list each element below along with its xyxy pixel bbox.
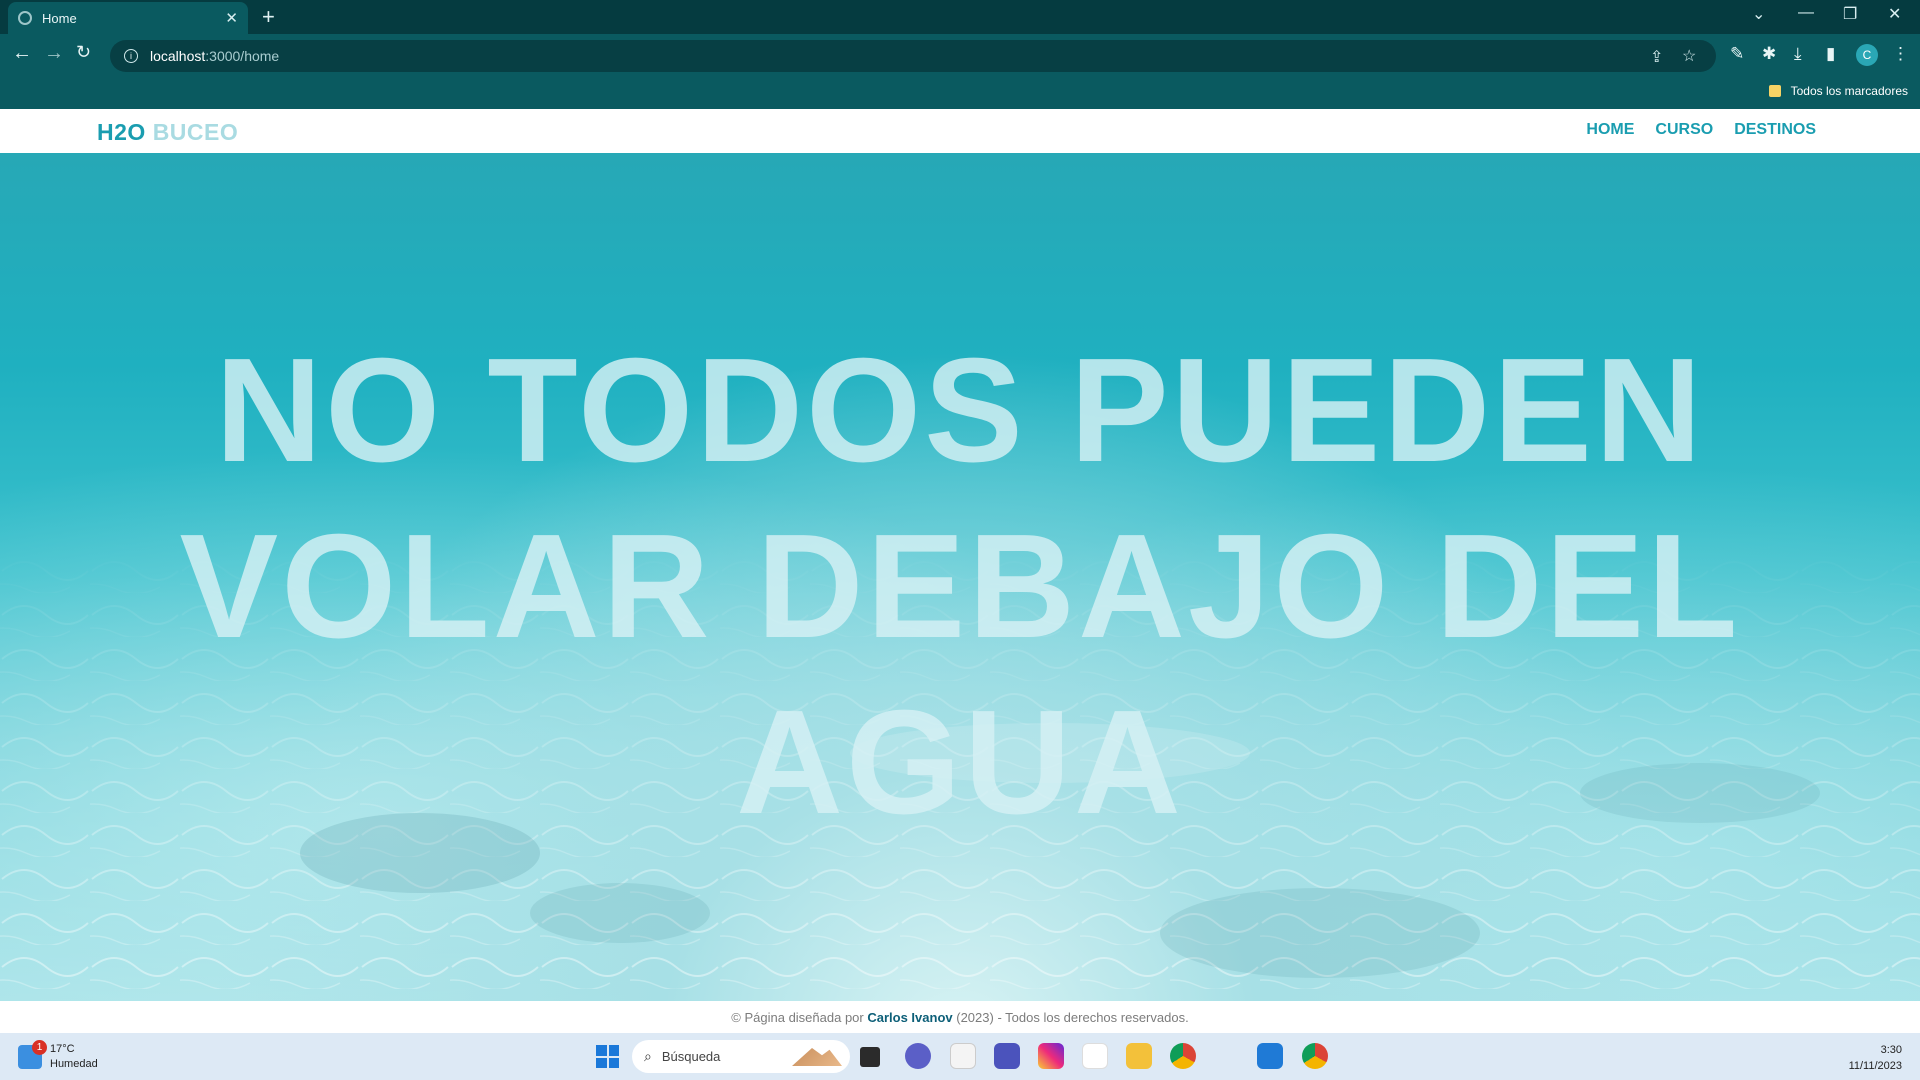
taskbar-clock[interactable]: 3:30 11/11/2023 [1849,1042,1902,1074]
side-panel-icon[interactable]: ▮ [1826,44,1835,64]
chat-icon[interactable] [905,1043,931,1069]
bookmark-folder-label: Todos los marcadores [1790,84,1908,98]
new-tab-icon[interactable]: + [262,4,275,30]
file-explorer-icon[interactable] [1126,1043,1152,1069]
search-highlight-image [792,1048,842,1066]
address-bar[interactable]: i localhost:3000/home ⇪ ☆ [110,40,1716,72]
share-icon[interactable]: ⇪ [1650,47,1663,67]
close-window-icon[interactable]: ✕ [1888,4,1901,24]
footer-suffix: (2023) - Todos los derechos reservados. [956,1010,1189,1025]
close-tab-icon[interactable]: ✕ [225,9,238,27]
tab-search-icon[interactable]: ⌄ [1752,4,1765,24]
bookmarks-bar: Todos los marcadores [0,76,1920,109]
url-host: localhost [150,48,206,64]
search-icon: ⌕ [644,1048,652,1064]
hero-line-2: VOLAR DEBAJO DEL [179,504,1741,669]
site-footer: © Página diseñada por Carlos Ivanov (202… [0,1001,1920,1033]
logo-part-1: H2O [97,119,146,145]
chrome-icon[interactable] [1170,1043,1196,1069]
globe-icon [18,11,32,25]
taskbar: 1 17°C Humedad ⌕ Búsqueda 3:30 11/11/202… [0,1033,1920,1080]
logo-part-2: BUCEO [152,119,239,145]
download-icon[interactable]: ⤓ [1794,44,1802,64]
teams-icon[interactable] [994,1043,1020,1069]
url-path: :3000/home [205,48,280,64]
hero-line-1: NO TODOS PUEDEN [215,328,1705,493]
site-info-icon[interactable]: i [124,49,138,63]
search-placeholder: Búsqueda [661,1049,721,1064]
hero-section: NO TODOS PUEDEN VOLAR DEBAJO DEL AGUA [0,153,1920,1001]
minimize-icon[interactable]: — [1798,4,1814,22]
task-view-icon[interactable] [860,1047,880,1067]
browser-tab-home[interactable]: Home ✕ [8,2,248,34]
instagram-icon[interactable] [1038,1043,1064,1069]
slack-icon[interactable] [1082,1043,1108,1069]
weather-widget[interactable]: 1 17°C Humedad [18,1040,98,1072]
back-icon[interactable]: ← [12,42,32,65]
music-app-icon[interactable] [950,1043,976,1069]
main-nav: HOME CURSO DESTINOS [1586,121,1816,139]
hero-line-3: AGUA [736,680,1184,845]
bookmark-star-icon[interactable]: ☆ [1682,46,1696,66]
footer-prefix: © Página diseñada por [731,1010,864,1025]
restore-icon[interactable]: ❐ [1843,4,1857,24]
menu-icon[interactable]: ⋮ [1892,44,1909,64]
clock-time: 3:30 [1880,1044,1902,1056]
nav-destinos[interactable]: DESTINOS [1734,121,1816,139]
forward-icon[interactable]: → [44,42,64,65]
extensions-icon[interactable]: ✱ [1762,44,1776,64]
edit-extension-icon[interactable]: ✎ [1730,44,1744,64]
weather-icon: 1 [18,1040,47,1069]
site-header: H2O BUCEO HOME CURSO DESTINOS [0,109,1920,153]
browser-titlebar: Home ✕ + ⌄ — ❐ ✕ [0,0,1920,34]
footer-author: Carlos Ivanov [867,1010,953,1025]
nav-curso[interactable]: CURSO [1655,121,1713,139]
tab-title: Home [42,10,77,26]
weather-temp: 17°C [50,1043,75,1055]
hero-headline: NO TODOS PUEDEN VOLAR DEBAJO DEL AGUA [0,323,1920,851]
folder-icon [1768,85,1781,97]
clock-date: 11/11/2023 [1848,1060,1902,1072]
taskbar-search[interactable]: ⌕ Búsqueda [632,1040,850,1073]
nav-home[interactable]: HOME [1586,121,1634,139]
notification-badge: 1 [32,1040,47,1055]
windows-start-icon[interactable] [596,1045,619,1068]
chrome-active-icon[interactable] [1302,1043,1328,1069]
browser-toolbar: ← → ↻ i localhost:3000/home ⇪ ☆ ✎ ✱ ⤓ ▮ … [0,34,1920,76]
vscode-icon[interactable] [1257,1043,1283,1069]
profile-avatar[interactable]: C [1856,44,1878,66]
site-logo[interactable]: H2O BUCEO [97,119,238,146]
reload-icon[interactable]: ↻ [76,42,91,63]
weather-desc: Humedad [50,1058,98,1070]
bookmark-folder-all[interactable]: Todos los marcadores [1768,84,1908,98]
